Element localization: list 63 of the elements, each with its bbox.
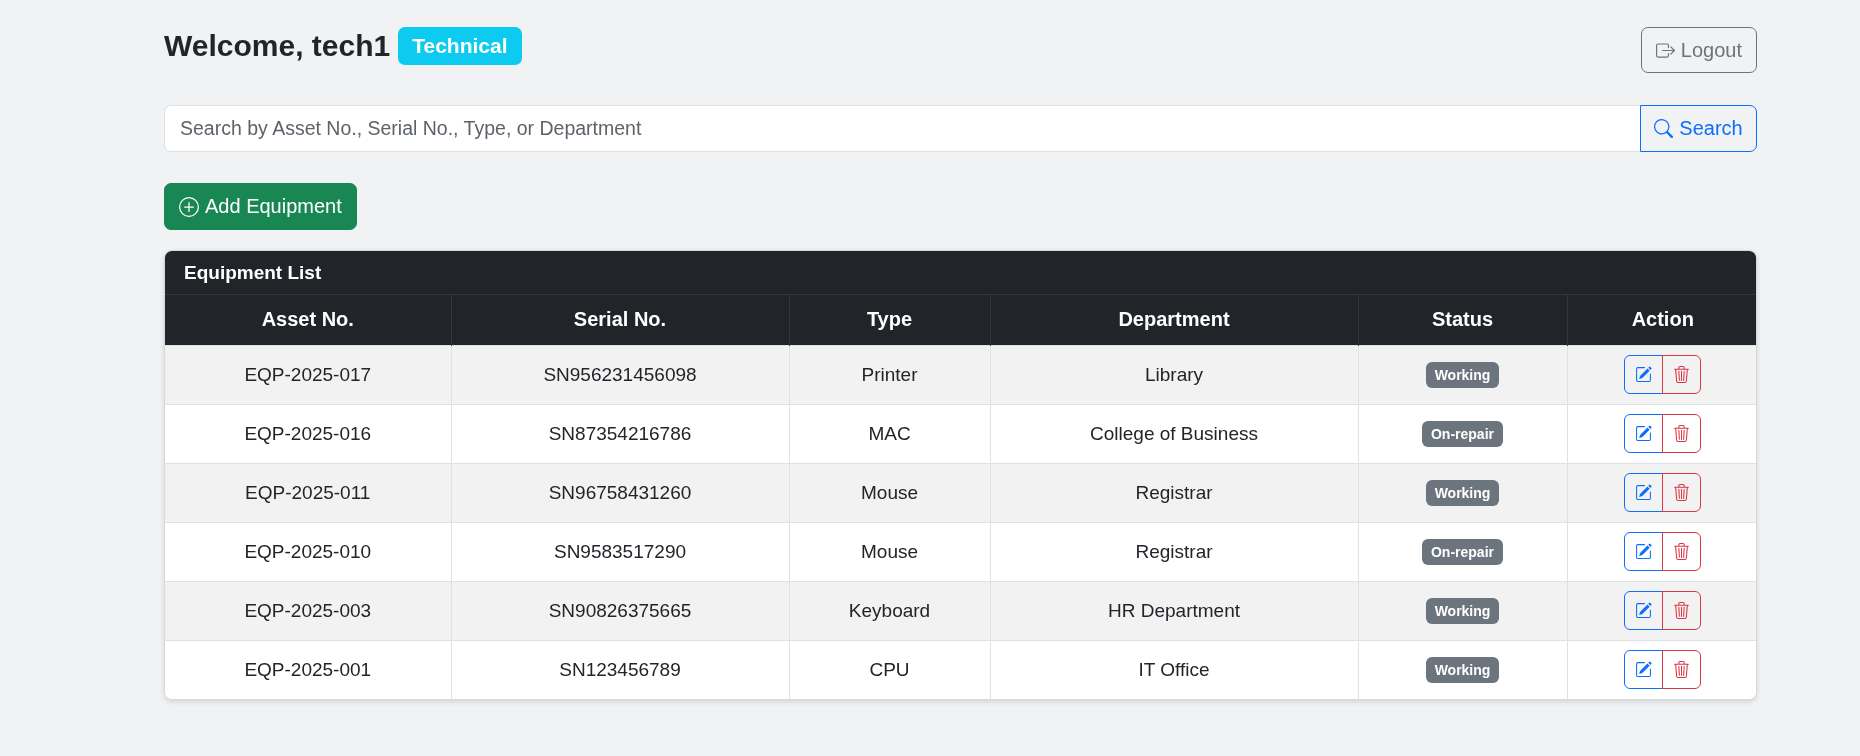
delete-button[interactable]	[1662, 414, 1702, 453]
table-cell: College of Business	[990, 404, 1358, 463]
table-cell: Mouse	[789, 522, 990, 581]
edit-button[interactable]	[1624, 355, 1664, 394]
table-cell: SN956231456098	[451, 345, 789, 404]
status-badge: On-repair	[1422, 538, 1503, 565]
table-cell: EQP-2025-001	[165, 640, 451, 699]
table-cell: Mouse	[789, 463, 990, 522]
table-cell: IT Office	[990, 640, 1358, 699]
delete-button[interactable]	[1662, 355, 1702, 394]
table-cell: SN87354216786	[451, 404, 789, 463]
role-badge: Technical	[398, 27, 522, 65]
table-cell: Keyboard	[789, 581, 990, 640]
table-cell: Registrar	[990, 522, 1358, 581]
status-badge: On-repair	[1422, 420, 1503, 447]
edit-button[interactable]	[1624, 414, 1664, 453]
delete-button[interactable]	[1662, 532, 1702, 571]
table-cell: SN123456789	[451, 640, 789, 699]
table-cell: HR Department	[990, 581, 1358, 640]
edit-button[interactable]	[1624, 650, 1664, 690]
status-badge: Working	[1425, 361, 1500, 388]
table-cell: SN9583517290	[451, 522, 789, 581]
add-equipment-button[interactable]: Add Equipment	[164, 183, 357, 230]
column-header: Asset No.	[165, 295, 451, 345]
table-cell: SN90826375665	[451, 581, 789, 640]
table-cell: MAC	[789, 404, 990, 463]
trash-icon	[1673, 425, 1691, 442]
trash-icon	[1673, 543, 1691, 560]
status-badge: Working	[1425, 597, 1500, 624]
table-cell: Registrar	[990, 463, 1358, 522]
status-badge: Working	[1425, 656, 1500, 683]
table-cell: Printer	[789, 345, 990, 404]
column-header: Action	[1567, 295, 1756, 345]
table-cell: EQP-2025-017	[165, 345, 451, 404]
delete-button[interactable]	[1662, 591, 1702, 630]
table-cell: EQP-2025-011	[165, 463, 451, 522]
table-cell: EQP-2025-016	[165, 404, 451, 463]
table-cell: CPU	[789, 640, 990, 699]
column-header: Serial No.	[451, 295, 789, 345]
edit-button[interactable]	[1624, 532, 1664, 571]
trash-icon	[1673, 602, 1691, 619]
search-field[interactable]: Search by Asset No., Serial No., Type, or Department	[164, 105, 1640, 152]
status-badge: Working	[1425, 479, 1500, 506]
column-header: Department	[990, 295, 1358, 345]
table-cell: EQP-2025-003	[165, 581, 451, 640]
box-arrow-right-icon	[1655, 40, 1675, 60]
trash-icon	[1673, 661, 1691, 679]
edit-button[interactable]	[1624, 473, 1664, 512]
column-header: Status	[1358, 295, 1567, 345]
table-title: Equipment List	[165, 251, 1756, 295]
trash-icon	[1673, 366, 1691, 383]
search-icon	[1654, 119, 1674, 138]
table-cell: SN96758431260	[451, 463, 789, 522]
table-cell: EQP-2025-010	[165, 522, 451, 581]
delete-button[interactable]	[1662, 473, 1702, 512]
table-cell: Library	[990, 345, 1358, 404]
search-button[interactable]: Search	[1640, 105, 1757, 152]
logout-button[interactable]: Logout	[1640, 27, 1757, 73]
welcome-title: Welcome, tech1	[164, 28, 391, 64]
column-header: Type	[789, 295, 990, 345]
edit-button[interactable]	[1624, 591, 1664, 630]
delete-button[interactable]	[1662, 650, 1702, 690]
trash-icon	[1673, 484, 1691, 501]
